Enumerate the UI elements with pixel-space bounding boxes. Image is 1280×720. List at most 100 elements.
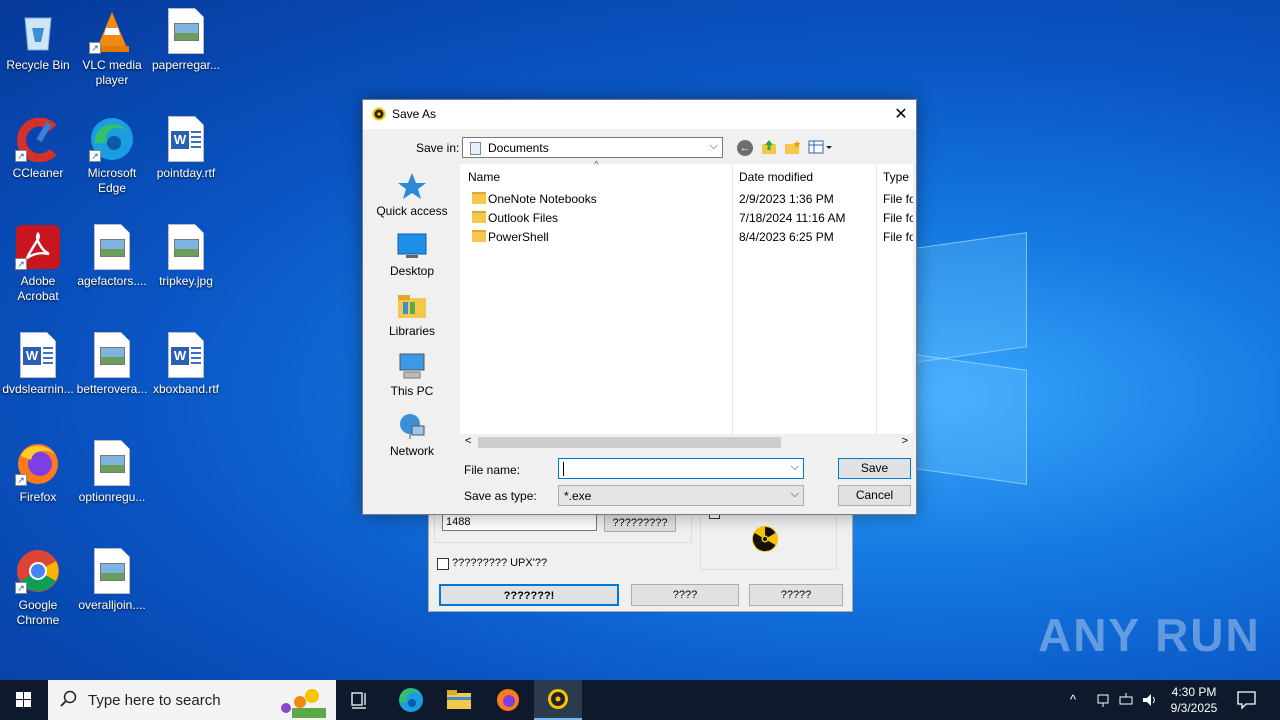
place-this-pc[interactable]: This PC	[368, 352, 456, 398]
libraries-folder-icon	[396, 292, 428, 320]
back-icon[interactable]: ←	[737, 140, 753, 156]
folder-icon	[472, 230, 486, 242]
task-view-icon	[351, 692, 366, 709]
desktop-icon-chrome[interactable]: ↗ Google Chrome	[0, 548, 76, 628]
background-app-button-1[interactable]: ?????????	[604, 512, 676, 532]
column-header-name[interactable]: Name	[468, 170, 500, 184]
clock-date: 9/3/2025	[1170, 701, 1218, 715]
desktop-icon-edge[interactable]: ↗ Microsoft Edge	[74, 116, 150, 196]
chevron-down-icon[interactable]: ⌵	[791, 461, 799, 474]
desktop-icon-acrobat[interactable]: ↗ Adobe Acrobat	[0, 224, 76, 304]
recycle-bin-icon	[15, 8, 61, 54]
scrollbar-thumb[interactable]	[478, 437, 781, 448]
file-row[interactable]: Outlook Files 7/18/2024 11:16 AM File fo	[460, 208, 913, 227]
windows-wallpaper-logo	[915, 232, 1030, 485]
column-header-date[interactable]: Date modified	[739, 170, 813, 184]
place-quick-access[interactable]: Quick access	[368, 172, 456, 218]
scroll-right-icon[interactable]: >	[902, 435, 908, 447]
folder-icon	[472, 211, 486, 223]
network-icon	[396, 412, 428, 440]
desktop-icon-firefox[interactable]: ↗ Firefox	[0, 440, 76, 505]
desktop-icon-overalljoin[interactable]: overalljoin....	[74, 548, 150, 613]
new-folder-icon[interactable]	[784, 139, 801, 155]
show-hidden-icons-chevron[interactable]: ^	[1070, 692, 1076, 707]
word-document-icon: W	[20, 332, 56, 378]
desktop-icon-agefactors[interactable]: agefactors....	[74, 224, 150, 289]
upx-checkbox[interactable]	[437, 558, 449, 570]
file-explorer-icon	[447, 690, 471, 709]
windows-start-icon	[16, 692, 31, 707]
ccleaner-icon: ↗	[15, 116, 61, 163]
taskbar: Type here to search ^ 4:30 PM 9/3/2025	[0, 680, 1280, 720]
volume-icon[interactable]	[1141, 691, 1159, 712]
desktop-icon-ccleaner[interactable]: ↗ CCleaner	[0, 116, 76, 181]
image-file-icon	[168, 8, 204, 54]
taskbar-edge-button[interactable]	[390, 680, 432, 720]
column-header-type[interactable]: Type	[883, 170, 909, 184]
desktop-icon-tripkey[interactable]: tripkey.jpg	[148, 224, 224, 289]
notification-center-icon[interactable]	[1236, 690, 1258, 713]
desktop-icon-dvdslearnin[interactable]: W dvdslearnin...	[0, 332, 76, 397]
ethernet-icon[interactable]	[1118, 691, 1136, 712]
taskbar-explorer-button[interactable]	[438, 680, 480, 720]
view-menu-icon[interactable]	[808, 140, 834, 155]
close-icon[interactable]: ✕	[886, 100, 916, 129]
horizontal-scrollbar[interactable]: < >	[460, 434, 913, 451]
background-button-c[interactable]: ?????	[749, 584, 843, 606]
desktop-icon-vlc[interactable]: ↗ VLC media player	[74, 8, 150, 88]
chrome-icon: ↗	[15, 548, 61, 594]
background-button-b[interactable]: ????	[631, 584, 739, 606]
task-view-button[interactable]	[342, 680, 378, 720]
search-highlight-flowers-icon	[262, 684, 334, 720]
chevron-down-icon: ⌵	[790, 488, 799, 500]
radiation-icon	[751, 525, 779, 556]
up-folder-icon[interactable]	[761, 139, 777, 155]
edge-icon: ↗	[89, 116, 135, 162]
file-list[interactable]: ^ Name Date modified Type OneNote Notebo…	[460, 160, 913, 451]
file-row[interactable]: OneNote Notebooks 2/9/2023 1:36 PM File …	[460, 189, 913, 208]
place-libraries[interactable]: Libraries	[368, 292, 456, 338]
desktop-icon	[396, 232, 428, 260]
sort-ascending-icon: ^	[594, 160, 599, 171]
place-desktop[interactable]: Desktop	[368, 232, 456, 278]
desktop-icon-paperregar[interactable]: paperregar...	[148, 8, 224, 73]
acrobat-icon: ↗	[15, 224, 61, 270]
chevron-down-icon: ⌵	[709, 140, 718, 152]
save-type-select[interactable]: *.exe ⌵	[558, 485, 804, 506]
clock[interactable]: 4:30 PM 9/3/2025	[1166, 684, 1222, 716]
star-icon	[396, 172, 428, 200]
image-file-icon	[94, 440, 130, 486]
desktop-icon-optionregu[interactable]: optionregu...	[74, 440, 150, 505]
taskbar-active-app-button[interactable]	[534, 680, 582, 720]
taskbar-firefox-button[interactable]	[486, 680, 530, 720]
file-name-input[interactable]: ⌵	[558, 458, 804, 479]
firefox-icon: ↗	[15, 440, 61, 486]
scroll-left-icon[interactable]: <	[465, 435, 471, 447]
taskbar-search-box[interactable]: Type here to search	[48, 680, 336, 720]
file-row[interactable]: PowerShell 8/4/2023 6:25 PM File fo	[460, 227, 913, 246]
search-icon	[60, 690, 78, 711]
radiation-app-icon	[548, 689, 568, 709]
desktop-icon-pointday[interactable]: W pointday.rtf	[148, 116, 224, 181]
file-name-label: File name:	[464, 463, 521, 477]
cancel-button[interactable]: Cancel	[838, 485, 911, 506]
places-bar: Quick access Desktop Libraries This PC N…	[368, 164, 456, 508]
save-in-combobox[interactable]: Documents ⌵	[462, 137, 723, 158]
background-primary-button[interactable]: ???????!	[439, 584, 619, 606]
desktop-icon-betterovera[interactable]: betterovera...	[74, 332, 150, 397]
desktop-icon-recycle-bin[interactable]: Recycle Bin	[0, 8, 76, 73]
word-document-icon: W	[168, 332, 204, 378]
place-network[interactable]: Network	[368, 412, 456, 458]
image-file-icon	[168, 224, 204, 270]
save-as-dialog: Save As ✕ Save in: Documents ⌵ ← Quick a…	[362, 99, 917, 515]
anyrun-watermark: ANY RUN	[1038, 609, 1261, 661]
network-status-icon[interactable]	[1095, 691, 1113, 712]
text-cursor	[563, 462, 564, 476]
vlc-cone-icon: ↗	[89, 8, 135, 54]
upx-checkbox-label: ????????? UPX'??	[452, 557, 548, 569]
desktop-icon-xboxband[interactable]: W xboxband.rtf	[148, 332, 224, 397]
firefox-icon	[497, 689, 519, 711]
start-button[interactable]	[0, 680, 48, 720]
save-button[interactable]: Save	[838, 458, 911, 479]
dialog-titlebar[interactable]: Save As ✕	[363, 100, 916, 129]
